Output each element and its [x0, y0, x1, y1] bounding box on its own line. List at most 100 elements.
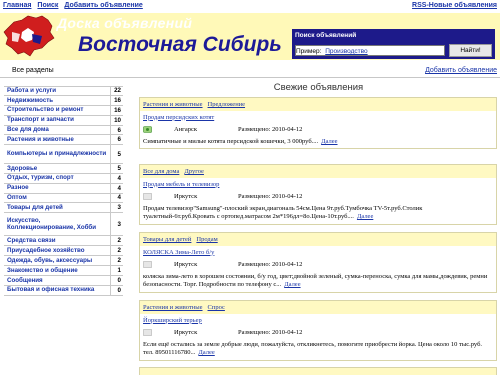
- top-nav: Главная Поиск Добавить объявление: [3, 2, 147, 9]
- category-label[interactable]: Недвижимость: [4, 97, 110, 105]
- example-label: Пример:: [296, 48, 322, 55]
- category-item[interactable]: Работа и услуги 22: [4, 86, 123, 96]
- photo-icon[interactable]: [143, 125, 152, 133]
- category-item[interactable]: Недвижимость 16: [4, 95, 123, 106]
- category-label[interactable]: Транспорт и запчасти: [4, 116, 110, 124]
- listing-category-link[interactable]: Растения и животные: [143, 304, 203, 311]
- category-label[interactable]: Компьютеры и принадлежности: [4, 150, 110, 158]
- divider: [0, 77, 500, 78]
- listing-title-link[interactable]: Йоркширский терьер: [143, 317, 202, 324]
- category-count: 1: [110, 265, 123, 275]
- listing-type-link[interactable]: Спрос: [208, 304, 225, 311]
- category-item[interactable]: Товары для детей 3: [4, 203, 123, 214]
- category-label[interactable]: Растения и животные: [4, 136, 110, 144]
- listing-card: Растения и животные Спрос Йоркширский те…: [139, 300, 497, 361]
- category-label[interactable]: Оптом: [4, 194, 110, 202]
- category-label[interactable]: Искусство, Коллекционирование, Хобби: [4, 217, 110, 232]
- listing-posted: Размещено: 2010-04-12: [238, 125, 303, 133]
- listing-desc-text: Если ещё остались за земле добрые люди, …: [143, 341, 483, 357]
- category-label[interactable]: Товары для детей: [4, 204, 110, 212]
- no-photo-icon: [143, 328, 152, 336]
- listing-meta: Иркутск Размещено: 2010-04-12: [140, 326, 496, 338]
- category-label[interactable]: Строительство и ремонт: [4, 106, 110, 114]
- category-item[interactable]: Компьютеры и принадлежности 5: [4, 145, 123, 164]
- category-count: 0: [110, 275, 123, 285]
- listing-posted: Размещено: 2010-04-12: [238, 328, 303, 336]
- category-item[interactable]: Искусство, Коллекционирование, Хобби 3: [4, 213, 123, 237]
- category-item[interactable]: Знакомство и общение 1: [4, 265, 123, 276]
- nav-home-link[interactable]: Главная: [3, 2, 31, 9]
- category-count: 10: [110, 115, 123, 125]
- listing-header: Товары для детей Продам: [140, 233, 496, 246]
- listing-card: Товары для детей Продам КОЛЯСКА Зима-Лет…: [139, 232, 497, 293]
- listing-type-link[interactable]: Другое: [184, 168, 204, 175]
- listing-type-link[interactable]: Продам: [196, 236, 217, 243]
- category-count: 0: [110, 285, 123, 295]
- category-item[interactable]: Растения и животные 6: [4, 135, 123, 146]
- listing-category-link[interactable]: Все для дома: [143, 168, 179, 175]
- listing-card: Все для дома Другое Продам мебель и теле…: [139, 164, 497, 225]
- category-item[interactable]: Отдых, туризм, спорт 4: [4, 173, 123, 184]
- category-label[interactable]: Работа и услуги: [4, 87, 110, 95]
- listing-title-link[interactable]: Продам персидских котят: [143, 114, 214, 121]
- nav-add-link[interactable]: Добавить объявление: [64, 2, 142, 9]
- category-item[interactable]: Средства связи 2: [4, 236, 123, 247]
- rss-link[interactable]: RSS-Новые объявления: [412, 2, 497, 9]
- category-item[interactable]: Одежда, обувь, аксессуары 2: [4, 256, 123, 266]
- listing-title-link[interactable]: КОЛЯСКА Зима-Лето б/у: [143, 249, 214, 256]
- category-item[interactable]: Сообщения 0: [4, 275, 123, 286]
- listing-description: коляска зима-лето в хорошем состоянии, б…: [140, 270, 496, 292]
- category-label[interactable]: Сообщения: [4, 277, 110, 285]
- listing-more-link[interactable]: Далее: [357, 213, 373, 220]
- category-item[interactable]: Бытовая и офисная техника 0: [4, 285, 123, 296]
- category-label[interactable]: Приусадебное хозяйство: [4, 247, 110, 255]
- listing-desc-text: коляска зима-лето в хорошем состоянии, б…: [143, 273, 488, 289]
- listing-card-partial: [139, 367, 497, 375]
- category-count: 4: [110, 183, 123, 193]
- category-count: 3: [110, 203, 123, 213]
- listing-header: Все для дома Другое: [140, 165, 496, 178]
- listing-city: Ангарск: [174, 125, 198, 133]
- category-label[interactable]: Все для дома: [4, 126, 110, 134]
- listing-type-link[interactable]: Предложение: [208, 101, 246, 108]
- listing-header: Растения и животные Предложение: [140, 98, 496, 111]
- example-link[interactable]: Производство: [325, 48, 367, 55]
- category-label[interactable]: Бытовая и офисная техника: [4, 286, 110, 294]
- category-item[interactable]: Все для дома 6: [4, 125, 123, 136]
- category-count: 2: [110, 236, 123, 246]
- category-item[interactable]: Приусадебное хозяйство 2: [4, 246, 123, 257]
- category-label[interactable]: Отдых, туризм, спорт: [4, 174, 110, 182]
- listing-title-bar: Продам мебель и телевизор: [140, 178, 496, 190]
- category-item[interactable]: Разное 4: [4, 183, 123, 194]
- site-title[interactable]: Восточная Сибирь: [78, 33, 282, 57]
- listing-category-link[interactable]: Растения и животные: [143, 101, 203, 108]
- category-label[interactable]: Разное: [4, 184, 110, 192]
- category-count: 4: [110, 173, 123, 183]
- add-listing-link[interactable]: Добавить объявление: [425, 67, 497, 74]
- listing-city: Иркутск: [174, 260, 198, 268]
- listing-more-link[interactable]: Далее: [198, 349, 214, 356]
- category-label[interactable]: Знакомство и общение: [4, 267, 110, 275]
- category-item[interactable]: Транспорт и запчасти 10: [4, 115, 123, 126]
- category-label[interactable]: Средства связи: [4, 237, 110, 245]
- listing-meta: Иркутск Размещено: 2010-04-12: [140, 258, 496, 270]
- category-count: 5: [110, 145, 123, 163]
- listing-more-link[interactable]: Далее: [321, 138, 337, 145]
- siberia-map-logo[interactable]: [2, 14, 56, 58]
- category-item[interactable]: Здоровье 5: [4, 163, 123, 174]
- nav-search-link[interactable]: Поиск: [37, 2, 58, 9]
- category-label[interactable]: Здоровье: [4, 165, 110, 173]
- listing-desc-text: Симпатичные и милые котята персидской ко…: [143, 138, 319, 145]
- category-label[interactable]: Одежда, обувь, аксессуары: [4, 257, 110, 265]
- listing-category-link[interactable]: Товары для детей: [143, 236, 191, 243]
- listing-more-link[interactable]: Далее: [284, 281, 300, 288]
- category-count: 6: [110, 135, 123, 145]
- listing-card: Растения и животные Предложение Продам п…: [139, 97, 497, 150]
- page-title: Свежие объявления: [273, 82, 364, 93]
- category-item[interactable]: Строительство и ремонт 16: [4, 105, 123, 116]
- search-button[interactable]: Найти!: [449, 44, 492, 57]
- listing-title-bar: КОЛЯСКА Зима-Лето б/у: [140, 246, 496, 258]
- category-item[interactable]: Оптом 4: [4, 193, 123, 204]
- listing-description: Продам телевизор"Samsung"-плоский экран,…: [140, 202, 496, 224]
- listing-title-link[interactable]: Продам мебель и телевизор: [143, 181, 219, 188]
